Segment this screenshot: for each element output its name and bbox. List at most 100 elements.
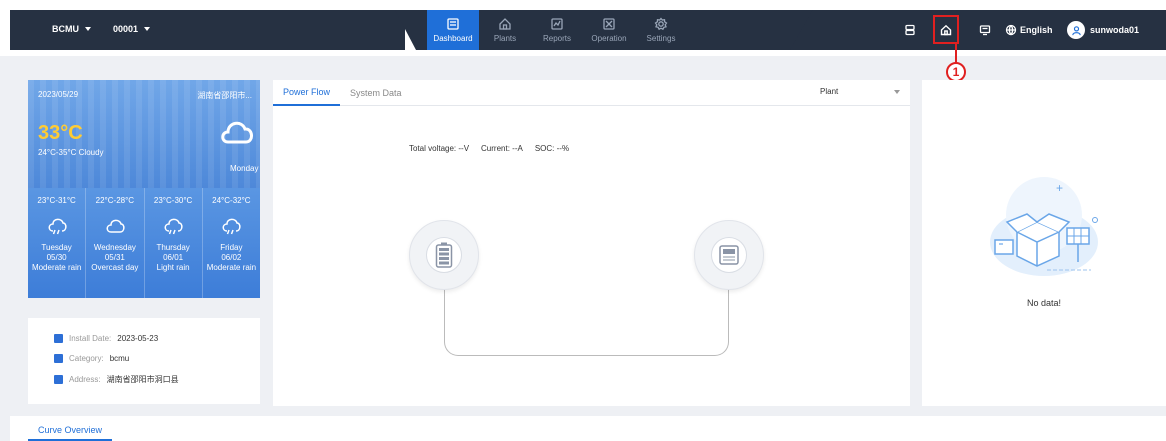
empty-state-text: No data! — [1026, 298, 1062, 308]
nav-dashboard[interactable]: Dashboard — [427, 10, 479, 50]
battery-icon — [426, 237, 462, 273]
weather-date: 2023/05/29 — [38, 90, 79, 99]
forecast-range: 23°C-31°C — [37, 196, 76, 205]
user-menu[interactable]: sunwoda01 — [1067, 10, 1139, 50]
forecast-day: 23°C-31°C Tuesday 05/30 Moderate rain — [28, 188, 87, 298]
forecast-desc: Overcast day — [91, 263, 139, 272]
calendar-icon — [54, 334, 63, 343]
location-icon — [54, 375, 63, 384]
weather-forecast: 23°C-31°C Tuesday 05/30 Moderate rain 22… — [28, 188, 260, 298]
category-label: Category: — [69, 354, 104, 363]
inverter-icon — [711, 237, 747, 273]
nav-dashboard-label: Dashboard — [433, 34, 473, 43]
server-icon-button[interactable] — [902, 10, 918, 50]
device-type-select[interactable]: BCMU — [52, 24, 91, 34]
username: sunwoda01 — [1090, 25, 1140, 35]
operation-icon — [603, 18, 615, 30]
nav-reports[interactable]: Reports — [531, 10, 583, 50]
forecast-date: 05/30 — [46, 253, 67, 262]
monitor-icon — [979, 25, 991, 36]
empty-state-illustration: + — [990, 177, 1098, 276]
cloud-icon — [106, 219, 125, 233]
power-stats: Total voltage: --V Current: --A SOC: --% — [409, 144, 569, 153]
reports-icon — [551, 18, 563, 30]
main-nav: Dashboard Plants Reports Operation Setti… — [427, 10, 687, 50]
total-voltage: Total voltage: --V — [409, 144, 470, 153]
forecast-weekday: Thursday — [156, 243, 190, 252]
annotation-marker: 1 — [946, 62, 966, 82]
settings-icon — [654, 17, 668, 31]
avatar-icon — [1067, 21, 1085, 39]
chevron-down-icon — [144, 27, 151, 31]
globe-icon — [1005, 24, 1017, 36]
weather-weekday: Monday — [230, 164, 259, 173]
inverter-node — [694, 220, 764, 290]
tab-curve-overview[interactable]: Curve Overview — [28, 420, 113, 441]
language-label: English — [1020, 25, 1053, 35]
forecast-desc: Moderate rain — [206, 263, 257, 272]
server-icon — [905, 24, 915, 36]
forecast-day: 23°C-30°C Thursday 06/01 Light rain — [145, 188, 203, 298]
power-flow-tabs: Power Flow System Data — [273, 80, 910, 106]
forecast-range: 24°C-32°C — [212, 196, 251, 205]
chevron-down-icon — [894, 90, 900, 94]
weather-temperature: 33°C — [38, 122, 83, 144]
weather-condition: 24°C-35°C Cloudy — [38, 148, 104, 157]
category-value: bcmu — [109, 354, 130, 363]
forecast-weekday: Tuesday — [41, 243, 72, 252]
nav-reports-label: Reports — [542, 34, 571, 43]
weather-location: 湖南省邵阳市... — [197, 91, 252, 100]
current: Current: --A — [481, 144, 523, 153]
device-id-select[interactable]: 00001 — [113, 24, 151, 34]
tab-power-flow[interactable]: Power Flow — [273, 80, 341, 106]
weather-card: 2023/05/29 湖南省邵阳市... 33°C 24°C-35°C Clou… — [28, 80, 260, 298]
plant-select-value: Plant — [820, 87, 839, 96]
device-id-value: 00001 — [113, 24, 139, 34]
home-icon — [940, 24, 952, 35]
right-panel: + No data! — [922, 80, 1166, 406]
forecast-range: 23°C-30°C — [153, 196, 193, 205]
forecast-weekday: Wednesday — [93, 243, 136, 252]
forecast-date: 05/31 — [104, 253, 125, 262]
cloud-icon — [221, 121, 253, 144]
nav-plants[interactable]: Plants — [479, 10, 531, 50]
nav-operation-label: Operation — [591, 34, 627, 43]
forecast-desc: Moderate rain — [31, 263, 82, 272]
address-value: 湖南省邵阳市洞口县 — [106, 375, 179, 384]
forecast-day: 24°C-32°C Friday 06/02 Moderate rain — [203, 188, 260, 298]
battery-node — [409, 220, 479, 290]
rain-icon — [164, 218, 183, 235]
nav-settings[interactable]: Settings — [635, 10, 687, 50]
device-type-value: BCMU — [52, 24, 79, 34]
top-bar: BCMU 00001 Dashboard Plants Reports Oper… — [0, 0, 1166, 56]
flow-connector — [444, 270, 729, 356]
plant-info-card: Install Date: 2023-05-23 Category: bcmu … — [28, 318, 260, 404]
nav-operation[interactable]: Operation — [583, 10, 635, 50]
screen-icon-button[interactable] — [978, 10, 992, 50]
category-icon — [54, 354, 63, 363]
svg-text:+: + — [1056, 181, 1063, 195]
chevron-down-icon — [85, 27, 91, 31]
install-date-label: Install Date: — [69, 334, 112, 343]
forecast-date: 06/01 — [163, 253, 184, 262]
address-row: Address: 湖南省邵阳市洞口县 — [54, 374, 260, 385]
power-flow-panel: Power Flow System Data Plant Total volta… — [273, 80, 910, 406]
plant-select[interactable]: Plant — [820, 87, 900, 96]
nav-settings-label: Settings — [646, 34, 676, 43]
soc: SOC: --% — [534, 144, 570, 153]
tab-system-data[interactable]: System Data — [340, 80, 412, 106]
dashboard-icon — [447, 18, 459, 30]
install-date-value: 2023-05-23 — [117, 334, 159, 343]
home-button[interactable] — [933, 15, 959, 44]
language-switch[interactable]: English — [1005, 10, 1053, 50]
nav-plants-label: Plants — [493, 34, 517, 43]
forecast-range: 22°C-28°C — [95, 196, 135, 205]
plants-icon — [499, 18, 511, 30]
rain-icon — [222, 218, 241, 235]
forecast-weekday: Friday — [220, 243, 243, 252]
rain-icon — [48, 218, 67, 235]
annotation-line — [955, 44, 957, 63]
address-label: Address: — [69, 375, 101, 384]
forecast-day: 22°C-28°C Wednesday 05/31 Overcast day — [86, 188, 145, 298]
install-date-row: Install Date: 2023-05-23 — [54, 334, 260, 343]
